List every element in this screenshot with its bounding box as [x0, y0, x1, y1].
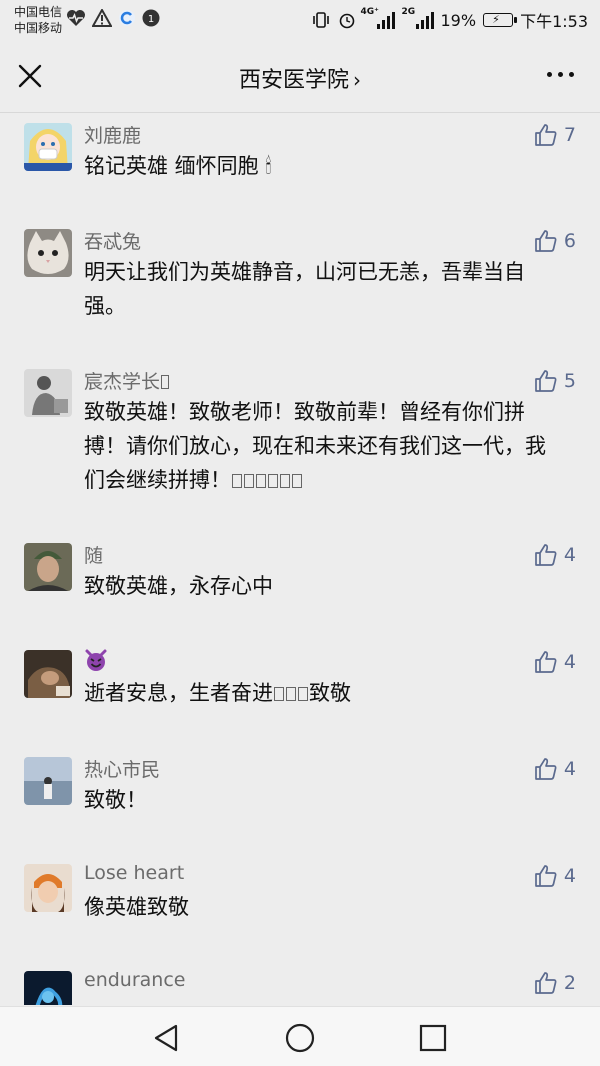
- recents-square-icon[interactable]: [416, 1021, 450, 1055]
- avatar[interactable]: [24, 369, 72, 417]
- comment-author[interactable]: 热心市民: [84, 755, 160, 782]
- like-button[interactable]: 4: [534, 864, 576, 888]
- like-count: 4: [563, 758, 576, 780]
- comment-author[interactable]: 吞忒兔: [84, 227, 141, 254]
- system-nav-bar: [0, 1006, 600, 1066]
- comment-author[interactable]: 😈: [84, 648, 108, 673]
- net-type-1: 4G⁺: [360, 7, 379, 17]
- like-button[interactable]: 4: [534, 757, 576, 781]
- comment-text: 铭记英雄 缅怀同胞 🕯: [84, 154, 272, 178]
- comment-author[interactable]: Lose heart: [84, 862, 184, 884]
- missing-glyph-box: [161, 375, 170, 389]
- app-c-icon: [119, 10, 135, 26]
- home-circle-icon[interactable]: [283, 1021, 317, 1055]
- comment-author[interactable]: 刘鹿鹿: [84, 121, 141, 148]
- like-button[interactable]: 7: [534, 123, 576, 147]
- battery-icon: ⚡: [483, 13, 518, 27]
- thumbs-up-icon: [535, 370, 557, 392]
- title-link[interactable]: 西安医学院 ›: [0, 62, 600, 94]
- vibrate-icon: [312, 12, 329, 28]
- carrier-1: 中国电信: [14, 5, 63, 19]
- like-count: 5: [563, 370, 576, 392]
- like-count: 4: [563, 865, 576, 887]
- comment-text: 明天让我们为英雄静音，山河已无恙，吾辈当自强。: [84, 260, 525, 318]
- avatar[interactable]: [24, 229, 72, 277]
- comment-body: 逝者安息，生者奋进: [84, 681, 273, 705]
- thumbs-up-icon: [535, 544, 557, 566]
- signal-2-icon: 2G: [402, 7, 434, 29]
- like-count: 4: [563, 651, 576, 673]
- avatar[interactable]: [24, 123, 72, 171]
- page-title: 西安医学院: [238, 68, 349, 93]
- like-button[interactable]: 4: [534, 650, 576, 674]
- alarm-icon: [339, 13, 354, 29]
- thumbs-up-icon: [535, 230, 557, 252]
- clock: 下午1:53: [520, 12, 588, 31]
- more-icon[interactable]: [547, 72, 574, 77]
- net-type-2: 2G: [401, 7, 416, 17]
- comment-author[interactable]: 宸杰学长: [84, 367, 170, 394]
- title-bar: 西安医学院 ›: [0, 40, 600, 113]
- avatar[interactable]: [24, 971, 72, 1005]
- missing-glyph-boxes: [231, 468, 303, 492]
- avatar[interactable]: [24, 650, 72, 698]
- thumbs-up-icon: [535, 651, 557, 673]
- svg-text:1: 1: [148, 14, 154, 25]
- like-count: 6: [563, 230, 576, 252]
- comment-text: 像英雄致敬: [84, 895, 189, 919]
- back-triangle-icon[interactable]: [150, 1021, 184, 1055]
- author-name-text: 宸杰学长: [84, 371, 161, 393]
- like-count: 2: [563, 972, 576, 994]
- status-right: 4G⁺ 2G 19% ⚡ 下午1:53: [311, 7, 588, 32]
- comment-author[interactable]: 随: [84, 541, 103, 568]
- smiling-devil-emoji: [85, 649, 107, 671]
- comment-text: 致敬英雄！致敬老师！致敬前辈！曾经有你们拼搏！请你们放心，现在和未来还有我们这一…: [84, 395, 564, 497]
- comment-text: 致敬英雄，永存心中: [84, 574, 273, 598]
- comment-list[interactable]: 刘鹿鹿 铭记英雄 缅怀同胞 🕯 7 吞忒兔 明天让我们为英雄静音，山河已无恙，吾…: [0, 113, 600, 1005]
- status-bar: 中国电信 中国移动 1 4G⁺ 2G 19% ⚡ 下午1:53: [0, 0, 600, 40]
- carrier-labels: 中国电信 中国移动: [14, 4, 62, 36]
- signal-1-icon: 4G⁺: [361, 7, 395, 29]
- like-button[interactable]: 2: [534, 971, 576, 995]
- missing-glyph-boxes: [273, 681, 309, 705]
- like-button[interactable]: 4: [534, 543, 576, 567]
- like-count: 4: [563, 544, 576, 566]
- battery-percent: 19%: [440, 10, 477, 30]
- chevron-right-icon: ›: [353, 68, 361, 92]
- thumbs-up-icon: [535, 124, 557, 146]
- thumbs-up-icon: [535, 758, 557, 780]
- thumbs-up-icon: [535, 865, 557, 887]
- thumbs-up-icon: [535, 972, 557, 994]
- wechat-comments-page: 中国电信 中国移动 1 4G⁺ 2G 19% ⚡ 下午1:53 西安医学院 › …: [0, 0, 600, 1066]
- comment-text: 逝者安息，生者奋进 致敬: [84, 676, 564, 710]
- avatar[interactable]: [24, 757, 72, 805]
- avatar[interactable]: [24, 543, 72, 591]
- comment-body-tail: 致敬: [309, 681, 351, 705]
- heart-rate-icon: [67, 10, 85, 26]
- like-button[interactable]: 6: [534, 229, 576, 253]
- like-count: 7: [563, 124, 576, 146]
- like-button[interactable]: 5: [534, 369, 576, 393]
- avatar[interactable]: [24, 864, 72, 912]
- carrier-2: 中国移动: [14, 21, 63, 35]
- comment-body: 致敬英雄！致敬老师！致敬前辈！曾经有你们拼搏！请你们放心，现在和未来还有我们这一…: [84, 400, 546, 492]
- comment-author[interactable]: endurance: [84, 969, 185, 991]
- warning-icon: [92, 9, 112, 27]
- status-notification-icons: 1: [66, 9, 160, 27]
- app-badge-icon: 1: [142, 9, 160, 27]
- comment-text: 致敬！: [84, 788, 147, 812]
